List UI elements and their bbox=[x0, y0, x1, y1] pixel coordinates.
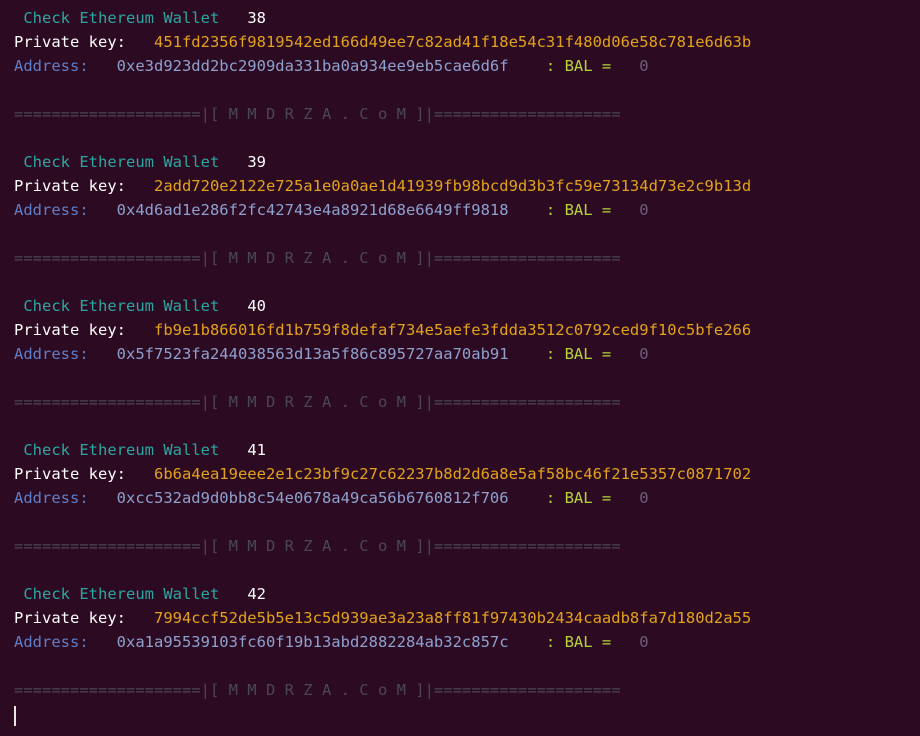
separator-line: ====================|[ M M D R Z A . C o… bbox=[14, 537, 621, 555]
separator-line: ====================|[ M M D R Z A . C o… bbox=[14, 105, 621, 123]
balance-label: : BAL = bbox=[545, 57, 612, 75]
private-key-value: fb9e1b866016fd1b759f8defaf734e5aefe3fdda… bbox=[153, 321, 752, 339]
address-line: Address: 0xa1a95539103fc60f19b13abd28822… bbox=[14, 630, 914, 654]
wallet-number: 39 bbox=[247, 153, 266, 171]
balance-value: 0 bbox=[639, 633, 649, 651]
private-key-value: 6b6a4ea19eee2e1c23bf9c27c62237b8d2d6a8e5… bbox=[153, 465, 752, 483]
address-label: Address: bbox=[14, 201, 89, 219]
wallet-header-label: Check Ethereum Wallet bbox=[23, 153, 220, 171]
private-key-value: 7994ccf52de5b5e13c5d939ae3a23a8ff81f9743… bbox=[153, 609, 752, 627]
address-label: Address: bbox=[14, 633, 89, 651]
wallet-number: 42 bbox=[247, 585, 266, 603]
balance-label: : BAL = bbox=[545, 345, 612, 363]
private-key-label: Private key: bbox=[14, 609, 126, 627]
wallet-entry: Check Ethereum Wallet 40 Private key: fb… bbox=[14, 294, 914, 438]
wallet-number: 38 bbox=[247, 9, 266, 27]
address-line: Address: 0x4d6ad1e286f2fc42743e4a8921d68… bbox=[14, 198, 914, 222]
address-line: Address: 0xcc532ad9d0bb8c54e0678a49ca56b… bbox=[14, 486, 914, 510]
balance-label: : BAL = bbox=[545, 633, 612, 651]
wallet-header-label: Check Ethereum Wallet bbox=[23, 9, 220, 27]
address-line: Address: 0xe3d923dd2bc2909da331ba0a934ee… bbox=[14, 54, 914, 78]
private-key-value: 451fd2356f9819542ed166d49ee7c82ad41f18e5… bbox=[153, 33, 752, 51]
private-key-label: Private key: bbox=[14, 321, 126, 339]
wallet-entry: Check Ethereum Wallet 38 Private key: 45… bbox=[14, 6, 914, 150]
wallet-header: Check Ethereum Wallet 40 bbox=[14, 294, 914, 318]
address-value: 0xe3d923dd2bc2909da331ba0a934ee9eb5cae6d… bbox=[116, 57, 509, 75]
private-key-line: Private key: 7994ccf52de5b5e13c5d939ae3a… bbox=[14, 606, 914, 630]
address-line: Address: 0x5f7523fa244038563d13a5f86c895… bbox=[14, 342, 914, 366]
separator-line: ====================|[ M M D R Z A . C o… bbox=[14, 681, 621, 699]
balance-value: 0 bbox=[639, 201, 649, 219]
address-label: Address: bbox=[14, 345, 89, 363]
prompt-line[interactable] bbox=[14, 702, 914, 726]
private-key-value: 2add720e2122e725a1e0a0ae1d41939fb98bcd9d… bbox=[153, 177, 752, 195]
private-key-line: Private key: 2add720e2122e725a1e0a0ae1d4… bbox=[14, 174, 914, 198]
private-key-label: Private key: bbox=[14, 465, 126, 483]
wallet-number: 41 bbox=[247, 441, 266, 459]
wallet-header: Check Ethereum Wallet 39 bbox=[14, 150, 914, 174]
wallet-header-label: Check Ethereum Wallet bbox=[23, 297, 220, 315]
wallet-entry: Check Ethereum Wallet 42 Private key: 79… bbox=[14, 582, 914, 726]
wallet-header: Check Ethereum Wallet 38 bbox=[14, 6, 914, 30]
terminal-output: Check Ethereum Wallet 38 Private key: 45… bbox=[14, 6, 914, 726]
address-label: Address: bbox=[14, 489, 89, 507]
balance-value: 0 bbox=[639, 489, 649, 507]
private-key-label: Private key: bbox=[14, 177, 126, 195]
separator-line: ====================|[ M M D R Z A . C o… bbox=[14, 393, 621, 411]
address-label: Address: bbox=[14, 57, 89, 75]
private-key-label: Private key: bbox=[14, 33, 126, 51]
wallet-header-label: Check Ethereum Wallet bbox=[23, 441, 220, 459]
private-key-line: Private key: fb9e1b866016fd1b759f8defaf7… bbox=[14, 318, 914, 342]
address-value: 0xa1a95539103fc60f19b13abd2882284ab32c85… bbox=[116, 633, 509, 651]
address-value: 0x5f7523fa244038563d13a5f86c895727aa70ab… bbox=[116, 345, 509, 363]
separator-line: ====================|[ M M D R Z A . C o… bbox=[14, 249, 621, 267]
balance-label: : BAL = bbox=[545, 489, 612, 507]
address-value: 0x4d6ad1e286f2fc42743e4a8921d68e6649ff98… bbox=[116, 201, 509, 219]
wallet-number: 40 bbox=[247, 297, 266, 315]
wallet-entry: Check Ethereum Wallet 39 Private key: 2a… bbox=[14, 150, 914, 294]
wallet-entry: Check Ethereum Wallet 41 Private key: 6b… bbox=[14, 438, 914, 582]
wallet-header: Check Ethereum Wallet 41 bbox=[14, 438, 914, 462]
balance-value: 0 bbox=[639, 345, 649, 363]
balance-value: 0 bbox=[639, 57, 649, 75]
wallet-header: Check Ethereum Wallet 42 bbox=[14, 582, 914, 606]
private-key-line: Private key: 451fd2356f9819542ed166d49ee… bbox=[14, 30, 914, 54]
balance-label: : BAL = bbox=[545, 201, 612, 219]
wallet-header-label: Check Ethereum Wallet bbox=[23, 585, 220, 603]
text-cursor bbox=[14, 706, 16, 726]
private-key-line: Private key: 6b6a4ea19eee2e1c23bf9c27c62… bbox=[14, 462, 914, 486]
address-value: 0xcc532ad9d0bb8c54e0678a49ca56b6760812f7… bbox=[116, 489, 509, 507]
